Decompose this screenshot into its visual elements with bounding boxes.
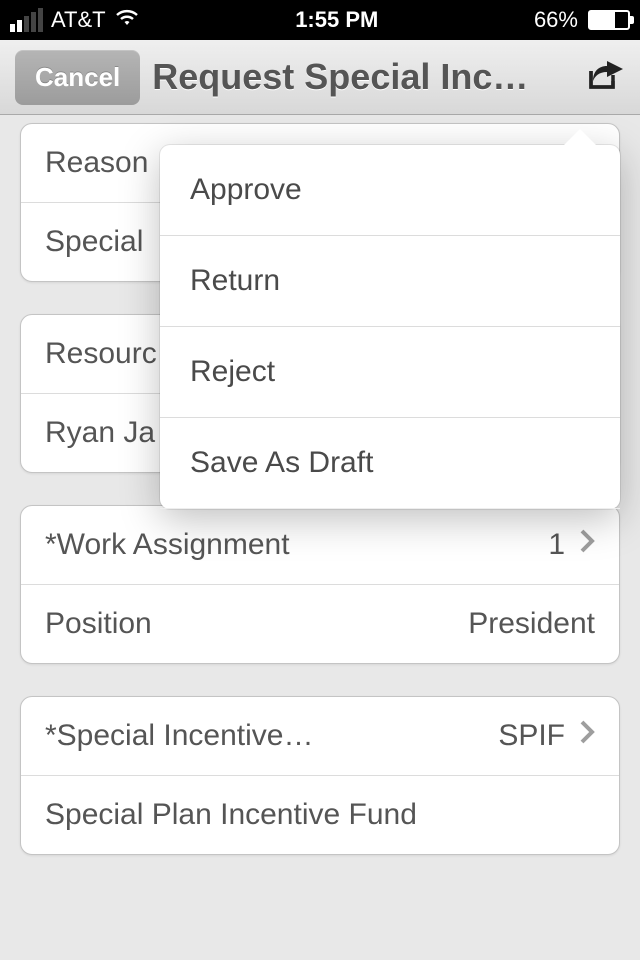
popover-item-reject[interactable]: Reject: [160, 327, 620, 418]
page-title: Request Special Inc…: [152, 56, 575, 98]
work-assignment-row[interactable]: *Work Assignment 1: [21, 506, 619, 585]
incentive-row[interactable]: *Special Incentive… SPIF: [21, 697, 619, 776]
share-icon[interactable]: [587, 59, 625, 96]
battery-pct: 66%: [534, 7, 578, 33]
reason-detail: Special: [45, 225, 143, 259]
resource-value: Ryan Ja: [45, 416, 155, 450]
nav-bar: Cancel Request Special Inc…: [0, 40, 640, 115]
action-popover: Approve Return Reject Save As Draft: [160, 145, 620, 509]
position-value: President: [468, 607, 595, 641]
carrier-label: AT&T: [51, 7, 106, 33]
work-card: *Work Assignment 1 Position President: [20, 505, 620, 664]
status-left: AT&T: [10, 6, 140, 34]
cancel-button[interactable]: Cancel: [15, 50, 140, 105]
work-value: 1: [548, 528, 595, 562]
incentive-value: SPIF: [498, 719, 595, 753]
incentive-card: *Special Incentive… SPIF Special Plan In…: [20, 696, 620, 855]
incentive-detail: Special Plan Incentive Fund: [45, 798, 417, 832]
position-label: Position: [45, 607, 152, 641]
work-label: *Work Assignment: [45, 528, 290, 562]
popover-item-save-draft[interactable]: Save As Draft: [160, 418, 620, 509]
signal-icon: [10, 8, 43, 32]
position-row: Position President: [21, 585, 619, 663]
battery-icon: [588, 10, 630, 30]
status-bar: AT&T 1:55 PM 66%: [0, 0, 640, 40]
popover-item-return[interactable]: Return: [160, 236, 620, 327]
status-time: 1:55 PM: [295, 7, 378, 33]
popover-item-approve[interactable]: Approve: [160, 145, 620, 236]
resource-label: Resourc: [45, 337, 157, 371]
incentive-label: *Special Incentive…: [45, 719, 313, 753]
reason-label: Reason: [45, 146, 148, 180]
chevron-right-icon: [579, 719, 595, 753]
status-right: 66%: [534, 7, 630, 33]
incentive-detail-row: Special Plan Incentive Fund: [21, 776, 619, 854]
wifi-icon: [114, 6, 140, 34]
chevron-right-icon: [579, 528, 595, 562]
